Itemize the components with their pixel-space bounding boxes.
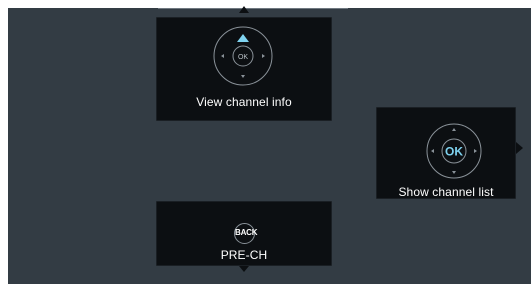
hint-card-show-channel-list: OK Show channel list [376,107,516,199]
hint-label-show-channel-list: Show channel list [398,185,494,199]
dpad-ok-highlighted-icon: OK [426,123,482,179]
back-button-icon: BACK [234,223,258,244]
tooltip-pointer-right [516,142,523,154]
hint-card-pre-ch: BACK PRE-CH [156,201,332,266]
ok-key-text: OK [238,54,248,61]
dpad-up-highlighted-icon: OK [213,26,273,86]
hint-card-view-channel-info: OK View channel info [156,17,332,121]
tooltip-pointer-up [239,6,249,13]
hint-label-view-channel-info: View channel info [196,95,292,109]
top-divider [158,8,348,9]
hint-label-pre-ch: PRE-CH [220,248,268,262]
tooltip-pointer-down [239,266,249,272]
ok-key-text: OK [445,145,463,159]
